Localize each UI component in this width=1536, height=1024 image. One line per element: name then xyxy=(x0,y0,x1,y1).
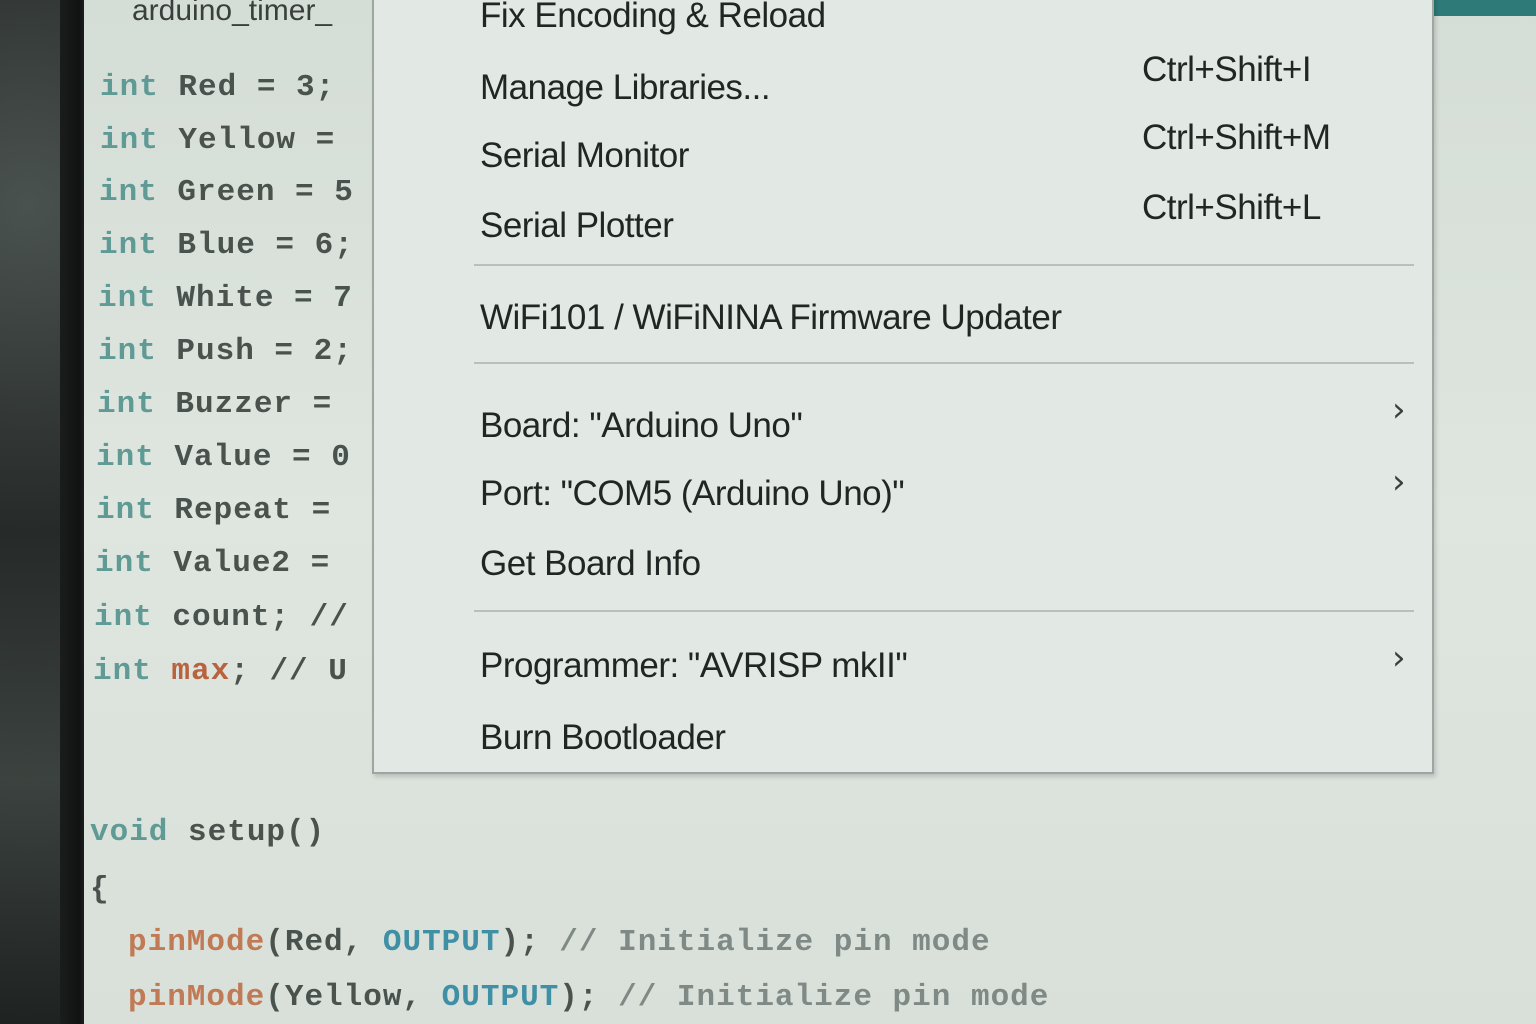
menu-item-serial-monitor[interactable]: Serial Monitor xyxy=(480,136,689,176)
chevron-right-icon: › xyxy=(1392,390,1406,430)
menu-item-fix-encoding[interactable]: Fix Encoding & Reload xyxy=(480,0,826,36)
menu-item-manage-libraries[interactable]: Manage Libraries... xyxy=(480,68,771,108)
code-line: int Value = 0 xyxy=(96,440,351,475)
menu-item-firmware-updater[interactable]: WiFi101 / WiFiNINA Firmware Updater xyxy=(480,298,1062,338)
menu-item-burn-bootloader[interactable]: Burn Bootloader xyxy=(480,718,726,758)
menu-separator xyxy=(474,610,1414,612)
code-line: int Repeat = xyxy=(96,493,332,528)
menu-item-port[interactable]: Port: "COM5 (Arduino Uno)" xyxy=(480,474,905,514)
toolbar-strip xyxy=(1418,0,1536,16)
code-line: pinMode(Red, OUTPUT); // Initialize pin … xyxy=(128,925,991,960)
tools-menu: Fix Encoding & Reload Manage Libraries..… xyxy=(372,0,1434,774)
chevron-right-icon: › xyxy=(1392,462,1406,502)
code-line: int White = 7 xyxy=(98,281,353,316)
code-line: int count; // xyxy=(94,600,349,635)
code-line: int Green = 5 xyxy=(99,175,354,210)
code-line-setup: void setup() xyxy=(90,815,326,850)
code-line: int Yellow = xyxy=(100,123,336,158)
sketch-tab[interactable]: arduino_timer_ xyxy=(132,0,332,28)
code-line: int Push = 2; xyxy=(98,334,353,369)
code-line: int max; // U xyxy=(93,654,348,689)
menu-item-serial-plotter[interactable]: Serial Plotter xyxy=(480,206,674,246)
menu-item-board[interactable]: Board: "Arduino Uno" xyxy=(480,406,803,446)
menu-item-programmer[interactable]: Programmer: "AVRISP mkII" xyxy=(480,646,908,686)
code-line: int Blue = 6; xyxy=(99,228,354,263)
code-line: int Red = 3; xyxy=(100,70,336,105)
menu-separator xyxy=(474,362,1414,364)
code-line-brace: { xyxy=(90,872,110,907)
chevron-right-icon: › xyxy=(1392,638,1406,678)
menu-separator xyxy=(474,264,1414,266)
code-line: pinMode(Yellow, OUTPUT); // Initialize p… xyxy=(128,980,1050,1015)
code-line: int Buzzer = xyxy=(97,387,333,422)
shortcut-manage-libraries: Ctrl+Shift+I xyxy=(1142,50,1312,89)
shortcut-serial-plotter: Ctrl+Shift+L xyxy=(1142,188,1321,227)
shortcut-serial-monitor: Ctrl+Shift+M xyxy=(1142,118,1331,157)
code-line: int Value2 = xyxy=(95,546,331,581)
menu-item-get-board-info[interactable]: Get Board Info xyxy=(480,544,701,584)
